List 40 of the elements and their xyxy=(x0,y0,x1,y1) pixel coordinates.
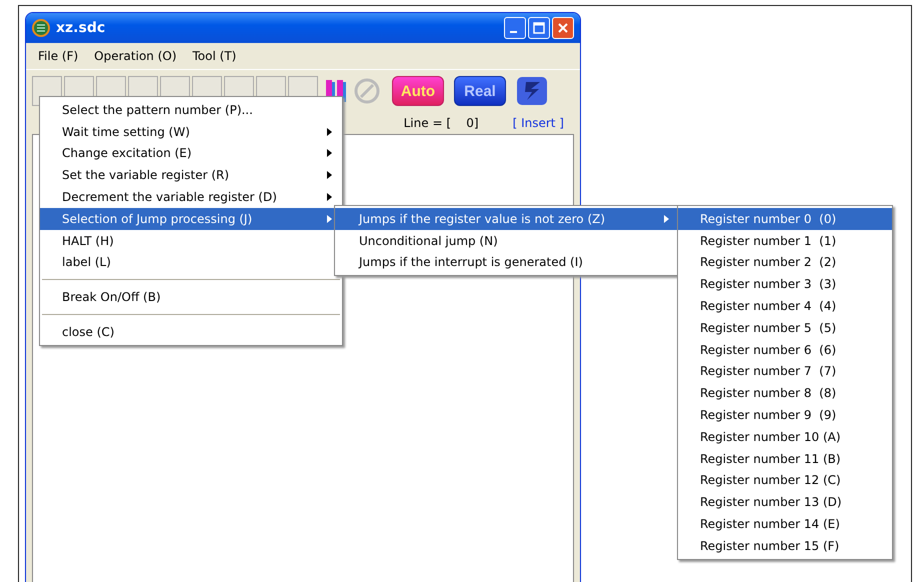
menu-item[interactable]: Register number 1 (1) xyxy=(678,230,892,252)
real-button[interactable]: Real xyxy=(454,76,506,106)
menu-item[interactable]: Wait time setting (W) xyxy=(40,120,342,143)
menu-item[interactable]: Unconditional jump (N) xyxy=(335,230,679,252)
menu-item[interactable]: Register number 8 (8) xyxy=(678,382,892,404)
maximize-icon xyxy=(533,22,545,34)
menu-bar-item[interactable]: Tool (T) xyxy=(186,47,242,65)
menu-item[interactable]: Set the variable register (R) xyxy=(40,164,342,186)
menu-item[interactable]: Register number 7 (7) xyxy=(678,360,892,382)
menu-item[interactable]: Register number 0 (0) xyxy=(678,208,892,230)
minimize-button[interactable] xyxy=(504,17,526,39)
lightning-icon[interactable] xyxy=(516,76,548,106)
menu-item[interactable]: Jumps if the interrupt is generated (I) xyxy=(335,252,679,274)
window-title: xz.sdc xyxy=(56,20,106,36)
close-button[interactable] xyxy=(552,17,574,39)
line-indicator: Line = [ 0] xyxy=(404,116,479,130)
menu-item[interactable]: Register number 14 (E) xyxy=(678,513,892,535)
menu-item[interactable]: Jumps if the register value is not zero (Z) xyxy=(335,208,679,230)
menu-item[interactable]: Decrement the variable register (D) xyxy=(40,186,342,208)
menu-item[interactable]: Select the pattern number (P)... xyxy=(40,99,342,121)
close-icon xyxy=(557,22,569,34)
menu-item[interactable]: Register number 5 (5) xyxy=(678,316,892,339)
menu-item[interactable]: Register number 6 (6) xyxy=(678,338,892,361)
menu-bar-item[interactable]: File (F) xyxy=(32,47,84,65)
menu-item[interactable]: Register number 4 (4) xyxy=(678,295,892,317)
maximize-button[interactable] xyxy=(528,17,550,39)
menu-item[interactable]: Register number 15 (F) xyxy=(678,534,892,557)
menu-item[interactable]: Register number 9 (9) xyxy=(678,404,892,426)
insert-mode-indicator: [ Insert ] xyxy=(512,116,564,130)
menu-item[interactable]: Change excitation (E) xyxy=(40,142,342,164)
menu-item[interactable]: Register number 13 (D) xyxy=(678,491,892,514)
menu-item[interactable]: Register number 12 (C) xyxy=(678,470,892,492)
menu-bar-item[interactable]: Operation (O) xyxy=(88,47,183,65)
minimize-icon xyxy=(510,31,517,33)
menu-item[interactable]: Break On/Off (B) xyxy=(40,286,342,308)
menu-item[interactable]: close (C) xyxy=(40,321,342,343)
menu-item[interactable]: Register number 10 (A) xyxy=(678,426,892,448)
menu-item[interactable]: Register number 3 (3) xyxy=(678,273,892,296)
menu-item[interactable]: Register number 2 (2) xyxy=(678,252,892,274)
menu-item[interactable]: Register number 11 (B) xyxy=(678,448,892,470)
